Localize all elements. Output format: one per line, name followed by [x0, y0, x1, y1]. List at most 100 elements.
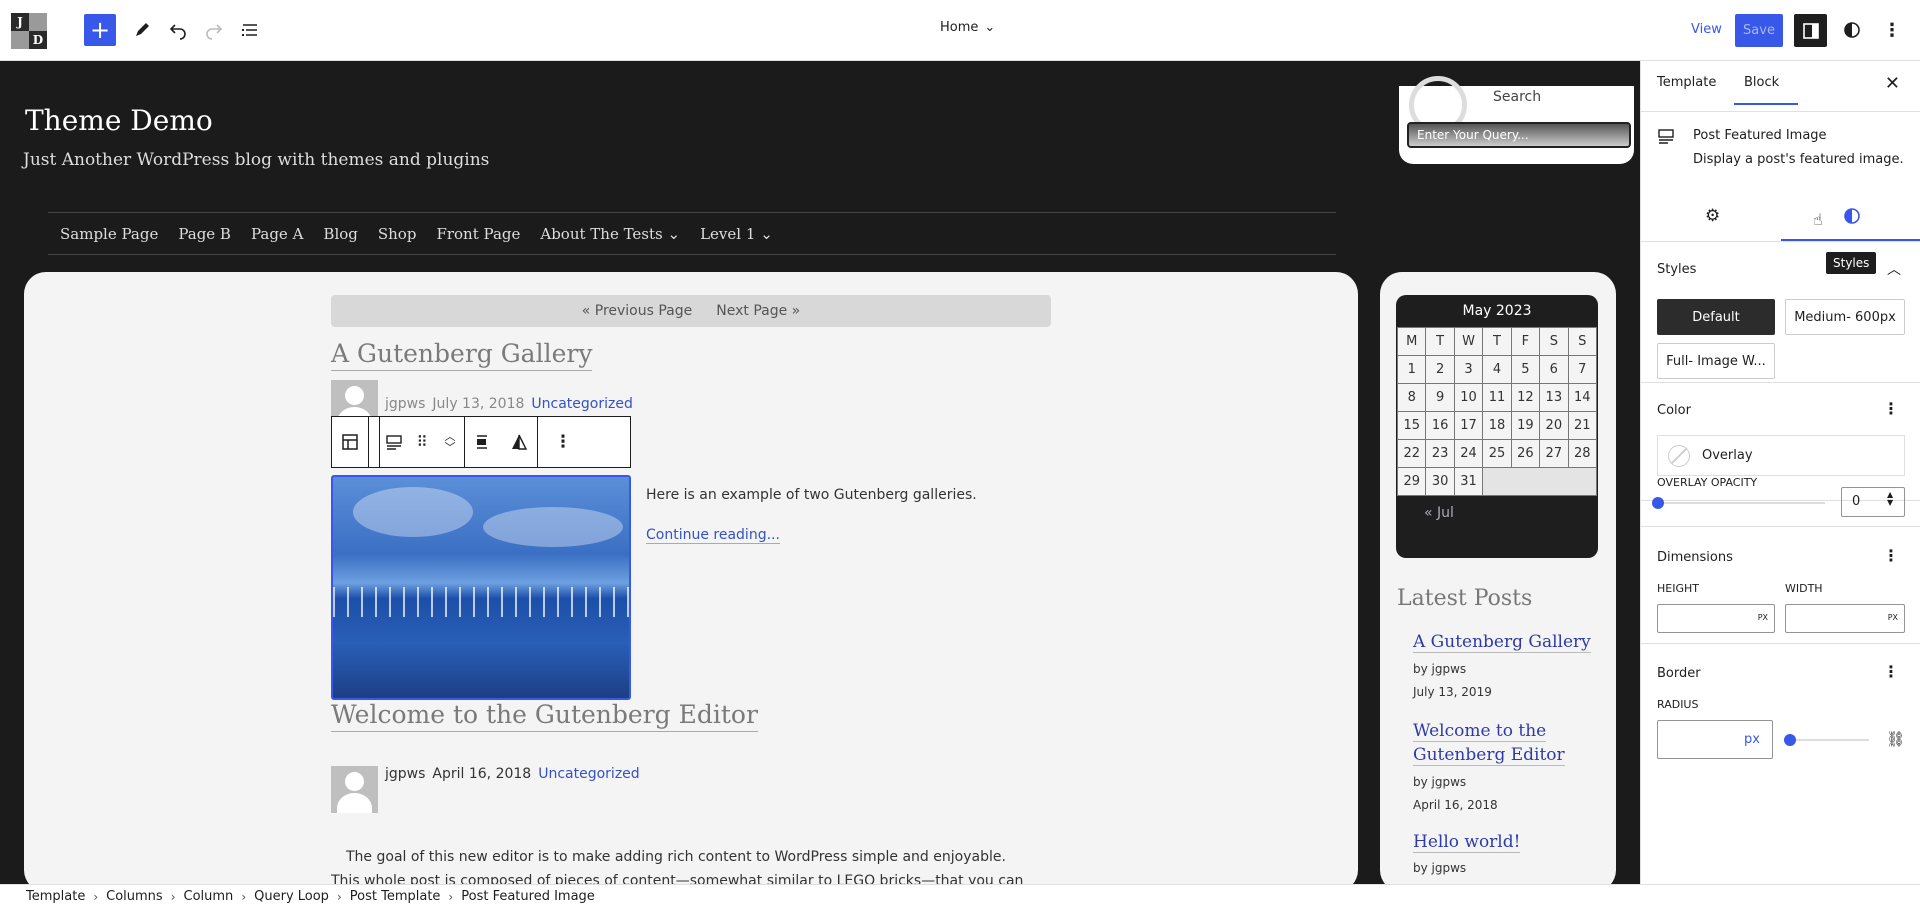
next-page-link[interactable]: Next Page » — [716, 303, 800, 319]
list-view-button[interactable] — [234, 14, 266, 46]
settings-sidebar-toggle[interactable] — [1794, 14, 1827, 47]
site-logo[interactable]: J D — [11, 13, 47, 49]
drag-handle[interactable]: ⠿ — [408, 417, 436, 467]
save-button[interactable]: Save — [1735, 14, 1783, 47]
styles-toggle-button[interactable] — [1836, 14, 1868, 46]
latest-post-link[interactable]: Hello world! — [1413, 830, 1521, 854]
tab-block[interactable]: Block — [1734, 75, 1799, 105]
breadcrumb-item[interactable]: Columns — [106, 889, 163, 904]
overlay-color-button[interactable]: Overlay — [1657, 435, 1905, 476]
nav-item[interactable]: Level 1 ⌄ — [700, 225, 773, 243]
width-label: WIDTH — [1785, 582, 1823, 595]
move-buttons[interactable]: ︿ ﹀ — [436, 417, 464, 467]
duotone-button[interactable] — [501, 417, 537, 467]
drag-icon: ⠿ — [416, 433, 428, 451]
breadcrumb-item[interactable]: Query Loop — [254, 889, 329, 904]
chevron-right-icon: › — [170, 889, 176, 904]
breadcrumb-item: Post Featured Image — [461, 889, 595, 904]
tab-styles[interactable]: ☝ — [1781, 194, 1920, 241]
styles-tooltip: Styles — [1826, 252, 1877, 274]
previous-page-link[interactable]: « Previous Page — [582, 303, 693, 319]
border-options-button[interactable]: ⋮ — [1883, 662, 1899, 681]
block-breadcrumb: Template › Columns › Column › Query Loop › P… — [0, 884, 1920, 908]
opacity-input[interactable]: 0 — [1841, 487, 1905, 517]
view-button[interactable]: View — [1691, 22, 1722, 37]
search-input[interactable]: Enter Your Query... — [1407, 122, 1631, 148]
nav-item[interactable]: Shop — [378, 225, 417, 243]
link-icon[interactable]: ⛓ — [1886, 730, 1905, 748]
document-title-dropdown[interactable]: Home ⌄ — [940, 20, 995, 35]
main-content-column: « Previous Page Next Page » A Gutenberg … — [24, 272, 1358, 884]
block-type-button[interactable] — [380, 417, 408, 467]
style-default-button[interactable]: Default — [1657, 299, 1775, 335]
style-medium-button[interactable]: Medium- 600px — [1785, 299, 1905, 335]
nav-item[interactable]: Page A — [251, 225, 303, 243]
dimensions-heading: Dimensions — [1657, 550, 1733, 565]
sidebar-icon — [1802, 22, 1819, 39]
nav-item[interactable]: Blog — [323, 225, 357, 243]
chevron-down-icon: ⌄ — [984, 20, 996, 35]
add-block-button[interactable]: + — [84, 14, 116, 46]
category-link[interactable]: Uncategorized — [538, 766, 639, 782]
calendar-table: MTWTFSS 1234567 8 9 10 11 12 13 14 15 16 17 18 19 2… — [1396, 327, 1598, 496]
align-button[interactable] — [465, 417, 501, 467]
chevron-right-icon: › — [93, 889, 99, 904]
undo-button[interactable] — [162, 14, 194, 46]
stepper-icon[interactable]: ▲ ▼ — [1887, 491, 1893, 507]
site-title[interactable]: Theme Demo — [25, 104, 213, 137]
tab-template[interactable]: Template — [1657, 75, 1716, 90]
styles-heading[interactable]: Styles — [1657, 262, 1696, 277]
radius-slider[interactable] — [1789, 739, 1869, 741]
undo-icon — [169, 24, 186, 40]
block-options-button[interactable]: ⋮ — [538, 417, 588, 467]
height-input[interactable]: PX — [1657, 604, 1775, 633]
query-pagination: « Previous Page Next Page » — [331, 295, 1051, 327]
parent-block-button[interactable] — [332, 417, 368, 467]
duotone-icon — [512, 434, 528, 450]
calendar-prev-link[interactable]: « Jul — [1396, 496, 1598, 530]
nav-item[interactable]: Page B — [178, 225, 231, 243]
latest-post-date: April 16, 2018 — [1413, 798, 1498, 812]
search-widget: Search Enter Your Query... — [1399, 76, 1634, 164]
site-tagline[interactable]: Just Another WordPress blog with themes … — [23, 150, 489, 170]
dimensions-options-button[interactable]: ⋮ — [1883, 546, 1899, 565]
chevron-right-icon: › — [241, 889, 247, 904]
chevron-right-icon: › — [336, 889, 342, 904]
nav-item[interactable]: Front Page — [436, 225, 520, 243]
close-icon[interactable]: ✕ — [1885, 73, 1900, 94]
style-full-button[interactable]: Full- Image W... — [1657, 343, 1775, 379]
chevron-up-icon[interactable]: ︿ — [1887, 259, 1901, 279]
tab-settings[interactable]: ⚙ — [1705, 206, 1720, 226]
slider-thumb[interactable] — [1652, 497, 1664, 509]
calendar-widget: May 2023 MTWTFSS 1234567 8 9 10 11 12 13 14 15… — [1396, 295, 1598, 558]
radius-input[interactable]: px — [1657, 720, 1773, 759]
edit-tool-button[interactable] — [126, 14, 158, 46]
category-link[interactable]: Uncategorized — [531, 396, 632, 412]
latest-post-link[interactable]: Welcome to the Gutenberg Editor — [1413, 719, 1565, 767]
post-title[interactable]: A Gutenberg Gallery — [331, 339, 593, 371]
post-title[interactable]: Welcome to the Gutenberg Editor — [331, 700, 758, 732]
breadcrumb-item[interactable]: Column — [184, 889, 234, 904]
breadcrumb-item[interactable]: Post Template — [350, 889, 441, 904]
logo-letter: D — [29, 31, 47, 49]
color-options-button[interactable]: ⋮ — [1883, 399, 1899, 418]
radius-label: RADIUS — [1657, 698, 1699, 711]
options-menu-button[interactable]: ⋮ — [1876, 14, 1908, 46]
color-swatch — [1668, 444, 1690, 467]
breadcrumb-item[interactable]: Template — [26, 889, 85, 904]
redo-button[interactable] — [198, 14, 230, 46]
nav-item[interactable]: About The Tests ⌄ — [540, 225, 680, 243]
nav-item[interactable]: Sample Page — [60, 225, 158, 243]
featured-image-icon — [1658, 129, 1674, 144]
opacity-slider[interactable] — [1657, 502, 1825, 504]
post-content-text: The goal of this new editor is to make a… — [346, 849, 1006, 865]
width-input[interactable]: PX — [1785, 604, 1905, 633]
latest-post-link[interactable]: A Gutenberg Gallery — [1413, 630, 1591, 654]
avatar — [331, 766, 378, 813]
template-icon — [342, 434, 358, 450]
slider-thumb[interactable] — [1784, 734, 1796, 746]
post-meta: jgpws April 16, 2018 Uncategorized — [331, 766, 640, 813]
featured-image[interactable] — [331, 475, 631, 700]
block-description: Display a post's featured image. — [1693, 152, 1904, 167]
continue-reading-link[interactable]: Continue reading... — [646, 527, 780, 544]
